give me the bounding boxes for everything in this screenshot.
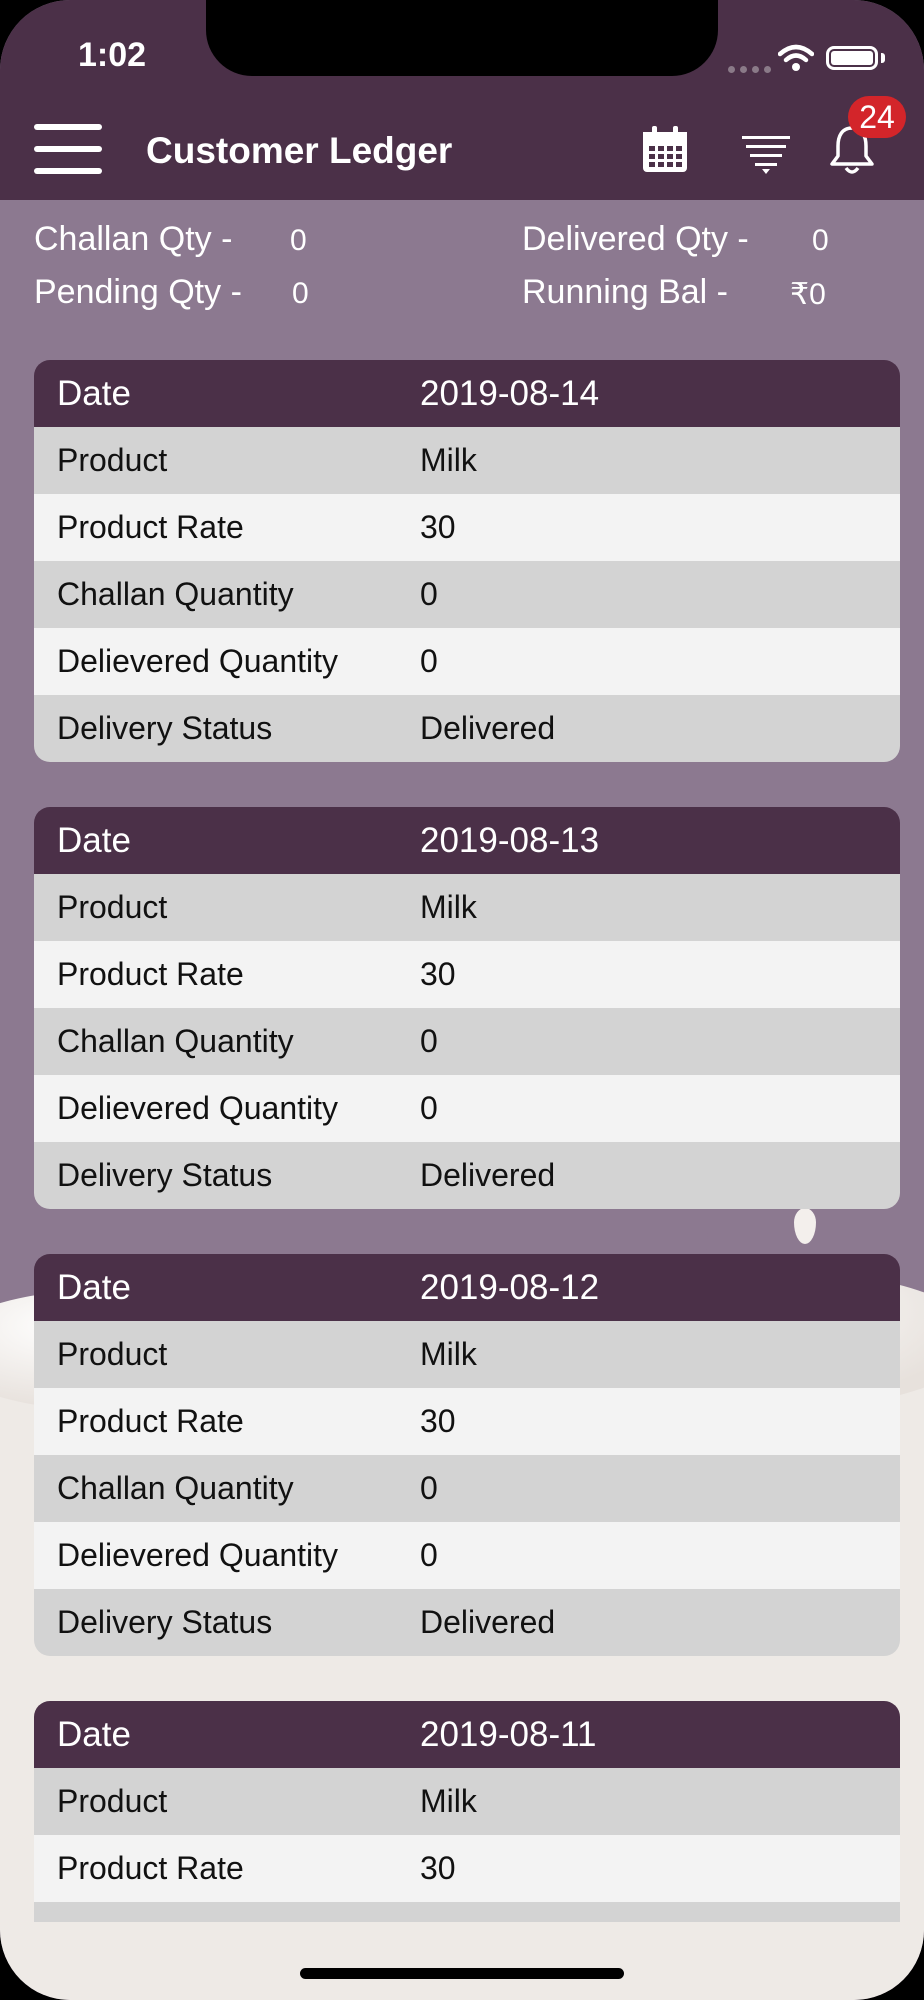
product-value: Milk bbox=[420, 1336, 477, 1372]
date-row: Date 2019-08-13 bbox=[34, 807, 900, 874]
challan-quantity-row: Challan Quantity 0 bbox=[34, 561, 900, 628]
ledger-card[interactable]: Date 2019-08-14 Product Milk Product Rate 3… bbox=[34, 360, 900, 762]
page-title: Customer Ledger bbox=[146, 130, 453, 171]
delivery-status-label: Delivery Status bbox=[57, 1604, 273, 1640]
delivery-status-row: Delivery Status Delivered bbox=[34, 695, 900, 762]
product-rate-row: Product Rate 30 bbox=[34, 494, 900, 561]
ledger-card[interactable]: Date 2019-08-12 Product Milk Product Rate 3… bbox=[34, 1254, 900, 1656]
battery-icon bbox=[826, 46, 878, 70]
challan-quantity-label: Challan Quantity bbox=[57, 1023, 294, 1059]
app-screen: 1:02 Customer Ledger 24 Challan Qty - 0 … bbox=[0, 0, 924, 2000]
product-rate-label: Product Rate bbox=[57, 509, 244, 545]
challan-quantity-row: Challan Quantity 0 bbox=[34, 1008, 900, 1075]
product-row: Product Milk bbox=[34, 1321, 900, 1388]
date-value: 2019-08-14 bbox=[420, 373, 600, 413]
delivered-quantity-row: Delievered Quantity 0 bbox=[34, 628, 900, 695]
product-rate-value: 30 bbox=[420, 509, 456, 545]
product-value: Milk bbox=[420, 442, 477, 478]
delivery-status-value: Delivered bbox=[420, 1604, 556, 1640]
delivery-status-value: Delivered bbox=[420, 1157, 556, 1193]
filter-icon[interactable] bbox=[742, 136, 790, 174]
pending-qty-label: Pending Qty - bbox=[34, 273, 242, 311]
date-value: 2019-08-13 bbox=[420, 820, 600, 860]
product-rate-label: Product Rate bbox=[57, 956, 244, 992]
product-row: Product Milk bbox=[34, 427, 900, 494]
product-row: Product Milk bbox=[34, 1768, 900, 1835]
delivery-status-row: Delivery Status Delivered bbox=[34, 1142, 900, 1209]
ledger-list: Date 2019-08-14 Product Milk Product Rate 3… bbox=[34, 360, 900, 1967]
challan-quantity-label: Challan Quantity bbox=[57, 1470, 294, 1506]
challan-quantity-value: 0 bbox=[420, 1023, 438, 1059]
product-label: Product bbox=[57, 1336, 168, 1372]
delivered-quantity-label: Delievered Quantity bbox=[57, 643, 339, 679]
delivered-quantity-value: 0 bbox=[420, 1537, 438, 1573]
challan-quantity-row: Challan Quantity 0 bbox=[34, 1455, 900, 1522]
running-bal-value: ₹0 bbox=[790, 278, 826, 311]
delivered-qty-value: 0 bbox=[812, 224, 829, 257]
product-rate-row: Product Rate 30 bbox=[34, 1835, 900, 1902]
product-rate-value: 30 bbox=[420, 1403, 456, 1439]
challan-quantity-row-partial bbox=[34, 1902, 900, 1922]
date-label: Date bbox=[57, 820, 131, 860]
challan-quantity-value: 0 bbox=[420, 1470, 438, 1506]
challan-quantity-label: Challan Quantity bbox=[57, 576, 294, 612]
product-label: Product bbox=[57, 889, 168, 925]
product-rate-value: 30 bbox=[420, 1850, 456, 1886]
signal-icon bbox=[728, 60, 776, 78]
wifi-icon bbox=[778, 44, 814, 71]
product-rate-row: Product Rate 30 bbox=[34, 1388, 900, 1455]
product-rate-value: 30 bbox=[420, 956, 456, 992]
date-value: 2019-08-12 bbox=[420, 1267, 600, 1307]
challan-qty-value: 0 bbox=[290, 224, 307, 257]
delivery-status-value: Delivered bbox=[420, 710, 556, 746]
calendar-icon[interactable] bbox=[640, 126, 690, 174]
delivery-status-label: Delivery Status bbox=[57, 1157, 273, 1193]
date-label: Date bbox=[57, 1267, 131, 1307]
home-indicator[interactable] bbox=[300, 1968, 624, 1979]
product-rate-label: Product Rate bbox=[57, 1403, 244, 1439]
challan-quantity-value: 0 bbox=[420, 576, 438, 612]
running-bal-label: Running Bal - bbox=[522, 273, 729, 311]
menu-icon[interactable] bbox=[34, 124, 102, 176]
delivery-status-label: Delivery Status bbox=[57, 710, 273, 746]
battery-tip bbox=[881, 53, 885, 63]
delivered-quantity-value: 0 bbox=[420, 643, 438, 679]
delivered-quantity-row: Delievered Quantity 0 bbox=[34, 1075, 900, 1142]
date-label: Date bbox=[57, 373, 131, 413]
ledger-card[interactable]: Date 2019-08-11 Product Milk Product Rate 3… bbox=[34, 1701, 900, 1922]
notification-badge: 24 bbox=[848, 96, 906, 138]
product-value: Milk bbox=[420, 1783, 477, 1819]
delivered-quantity-label: Delievered Quantity bbox=[57, 1090, 339, 1126]
ledger-card[interactable]: Date 2019-08-13 Product Milk Product Rate 3… bbox=[34, 807, 900, 1209]
product-label: Product bbox=[57, 1783, 168, 1819]
date-label: Date bbox=[57, 1714, 131, 1754]
date-row: Date 2019-08-12 bbox=[34, 1254, 900, 1321]
delivery-status-row: Delivery Status Delivered bbox=[34, 1589, 900, 1656]
status-time: 1:02 bbox=[78, 36, 147, 74]
product-rate-label: Product Rate bbox=[57, 1850, 244, 1886]
date-value: 2019-08-11 bbox=[420, 1714, 597, 1754]
delivered-qty-label: Delivered Qty - bbox=[522, 220, 749, 258]
device-notch bbox=[206, 0, 718, 76]
delivered-quantity-value: 0 bbox=[420, 1090, 438, 1126]
product-label: Product bbox=[57, 442, 168, 478]
top-bar: 1:02 Customer Ledger 24 bbox=[0, 0, 924, 200]
delivered-quantity-row: Delievered Quantity 0 bbox=[34, 1522, 900, 1589]
product-rate-row: Product Rate 30 bbox=[34, 941, 900, 1008]
date-row: Date 2019-08-11 bbox=[34, 1701, 900, 1768]
date-row: Date 2019-08-14 bbox=[34, 360, 900, 427]
challan-qty-label: Challan Qty - bbox=[34, 220, 233, 258]
product-row: Product Milk bbox=[34, 874, 900, 941]
product-value: Milk bbox=[420, 889, 477, 925]
pending-qty-value: 0 bbox=[292, 277, 309, 310]
delivered-quantity-label: Delievered Quantity bbox=[57, 1537, 339, 1573]
